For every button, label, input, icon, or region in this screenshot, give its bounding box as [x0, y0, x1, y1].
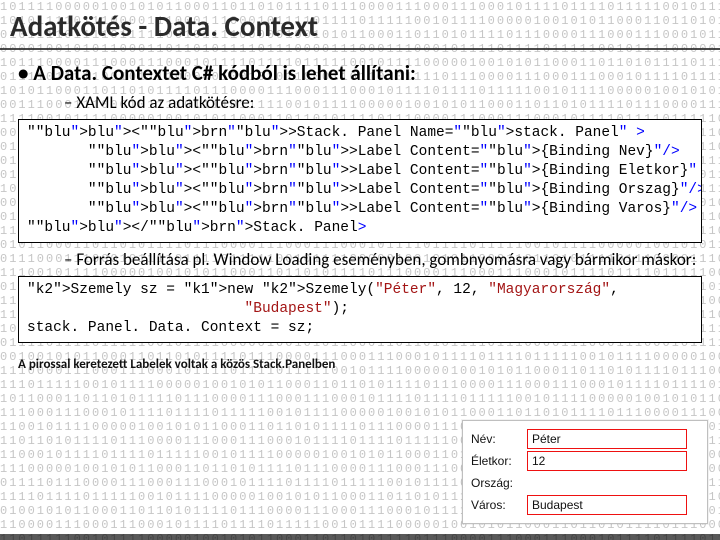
slide-content: Adatkötés - Data. Context A Data. Contex…: [0, 0, 720, 372]
preview-value: [527, 473, 687, 493]
preview-label: Ország:: [471, 476, 527, 490]
preview-row: Név:Péter: [471, 429, 699, 449]
footnote-red-labels: A pirossal keretezett Labelek voltak a k…: [18, 357, 378, 372]
preview-label: Név:: [471, 432, 527, 446]
preview-row: Ország:: [471, 473, 699, 493]
xaml-code-box: ""blu">blu"><""blu">brn""blu">>Stack. Pa…: [18, 119, 702, 243]
preview-label: Város:: [471, 498, 527, 512]
slide-title: Adatkötés - Data. Context: [10, 8, 710, 44]
title-underline: [0, 48, 720, 50]
runtime-preview-window: Név:PéterÉletkor:12Ország:Város:Budapest: [462, 420, 708, 524]
preview-value: 12: [527, 451, 687, 471]
subheading-source: Forrás beállítása pl. Window Loading ese…: [78, 249, 720, 270]
preview-row: Város:Budapest: [471, 495, 699, 515]
bottom-border-accent: [0, 534, 720, 540]
subheading-xaml: XAML kód az adatkötésre:: [78, 92, 720, 113]
preview-row: Életkor:12: [471, 451, 699, 471]
csharp-code-box: "k2">Szemely sz = "k1">new "k2">Szemely(…: [18, 276, 702, 343]
preview-value: Budapest: [527, 495, 687, 515]
preview-value: Péter: [527, 429, 687, 449]
preview-label: Életkor:: [471, 454, 527, 468]
heading-level-1: A Data. Contextet C# kódból is lehet áll…: [36, 60, 720, 86]
